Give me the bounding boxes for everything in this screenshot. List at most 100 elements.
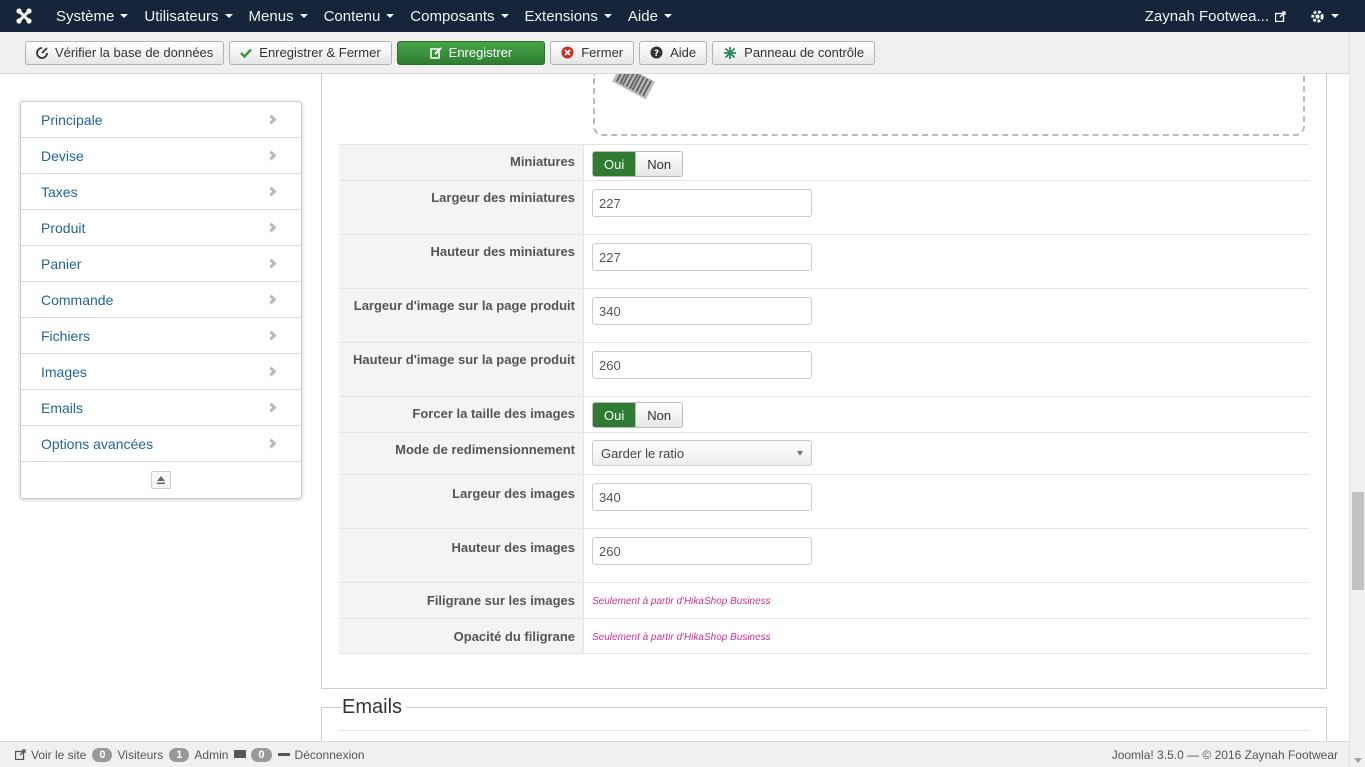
minus-icon bbox=[277, 752, 290, 756]
status-bar: Voir le site 0 Visiteurs 1 Admin 0 Décon… bbox=[0, 741, 1349, 767]
menu-extensions[interactable]: Extensions bbox=[517, 0, 620, 32]
collapse-icon bbox=[157, 476, 165, 484]
row-watermark-opacity: Opacité du filigrane Seulement à partir … bbox=[339, 619, 1309, 654]
emails-fieldset-divider bbox=[339, 730, 1309, 731]
image-dropzone[interactable] bbox=[593, 74, 1305, 136]
scroll-down-icon[interactable] bbox=[1354, 758, 1362, 763]
visitors-badge: 0 bbox=[92, 747, 113, 762]
chevron-right-icon bbox=[266, 222, 277, 233]
caret-down-icon bbox=[663, 14, 672, 18]
label-force-size: Forcer la taille des images bbox=[339, 397, 584, 432]
product-img-width-input[interactable]: 340 bbox=[592, 297, 812, 325]
chevron-right-icon bbox=[266, 258, 277, 269]
sidebar-item-commande[interactable]: Commande bbox=[21, 282, 301, 318]
page-scrollbar[interactable] bbox=[1349, 32, 1365, 767]
thumb-width-input[interactable]: 227 bbox=[592, 189, 812, 217]
label-thumb-width: Largeur des miniatures bbox=[339, 181, 584, 234]
menu-contenu[interactable]: Contenu bbox=[316, 0, 403, 32]
save-button[interactable]: Enregistrer bbox=[396, 40, 546, 65]
top-navbar: Système Utilisateurs Menus Contenu Compo… bbox=[0, 0, 1365, 32]
resize-mode-select[interactable]: Garder le ratio bbox=[592, 440, 812, 466]
database-icon bbox=[36, 46, 48, 59]
label-thumbnails: Miniatures bbox=[339, 145, 584, 180]
row-product-img-height: Hauteur d'image sur la page produit 260 bbox=[339, 343, 1309, 397]
joomla-logo-icon[interactable] bbox=[0, 0, 48, 32]
force-size-yes[interactable]: Oui bbox=[593, 403, 636, 427]
close-button[interactable]: Fermer bbox=[550, 40, 635, 65]
logout-link[interactable]: Déconnexion bbox=[277, 748, 365, 762]
chevron-right-icon bbox=[266, 366, 277, 377]
settings-menu[interactable] bbox=[1310, 9, 1339, 24]
svg-text:?: ? bbox=[654, 49, 659, 59]
label-img-height: Hauteur des images bbox=[339, 529, 584, 582]
caret-down-icon bbox=[299, 14, 308, 18]
caret-down-icon bbox=[120, 14, 129, 18]
control-panel-icon bbox=[723, 46, 737, 60]
gear-icon bbox=[1311, 9, 1324, 23]
sidebar-item-principale[interactable]: Principale bbox=[21, 102, 301, 138]
label-resize-mode: Mode de redimensionnement bbox=[339, 433, 584, 474]
caret-down-icon bbox=[224, 14, 233, 18]
sidebar-item-devise[interactable]: Devise bbox=[21, 138, 301, 174]
watermark-opacity-note: Seulement à partir d'HikaShop Business bbox=[592, 632, 771, 643]
scroll-thumb[interactable] bbox=[1352, 492, 1364, 590]
label-img-width: Largeur des images bbox=[339, 475, 584, 528]
row-thumb-height: Hauteur des miniatures 227 bbox=[339, 235, 1309, 289]
chevron-right-icon bbox=[266, 402, 277, 413]
chevron-right-icon bbox=[266, 294, 277, 305]
thumbnails-toggle: Oui Non bbox=[592, 151, 684, 177]
row-img-width: Largeur des images 340 bbox=[339, 475, 1309, 529]
menu-menus[interactable]: Menus bbox=[241, 0, 316, 32]
sidebar-item-taxes[interactable]: Taxes bbox=[21, 174, 301, 210]
sidebar-item-images[interactable]: Images bbox=[21, 354, 301, 390]
force-size-toggle: Oui Non bbox=[592, 402, 684, 428]
control-panel-button[interactable]: Panneau de contrôle bbox=[712, 40, 876, 65]
version-info: Joomla! 3.5.0 — © 2016 Zaynah Footwear bbox=[1111, 747, 1338, 762]
collapse-sidebar-button[interactable] bbox=[151, 471, 171, 489]
admin-badge: 1 bbox=[169, 747, 190, 762]
chevron-right-icon bbox=[266, 114, 277, 125]
label-product-img-width: Largeur d'image sur la page produit bbox=[339, 289, 584, 342]
save-close-button[interactable]: Enregistrer & Fermer bbox=[229, 40, 392, 65]
row-img-height: Hauteur des images 260 bbox=[339, 529, 1309, 583]
img-width-input[interactable]: 340 bbox=[592, 483, 812, 511]
admin-count: 1 Admin bbox=[169, 747, 228, 762]
site-link[interactable]: Zaynah Footwea... bbox=[1145, 8, 1286, 25]
row-thumb-width: Largeur des miniatures 227 bbox=[339, 181, 1309, 235]
thumbnails-no[interactable]: Non bbox=[635, 152, 683, 176]
menu-systeme[interactable]: Système bbox=[48, 0, 136, 32]
caret-down-icon bbox=[500, 14, 509, 18]
menu-aide[interactable]: Aide bbox=[620, 0, 680, 32]
watermark-note: Seulement à partir d'HikaShop Business bbox=[592, 596, 771, 607]
label-product-img-height: Hauteur d'image sur la page produit bbox=[339, 343, 584, 396]
sidebar-item-options-avancees[interactable]: Options avancées bbox=[21, 426, 301, 462]
caret-down-icon bbox=[386, 14, 395, 18]
img-height-input[interactable]: 260 bbox=[592, 537, 812, 565]
action-toolbar: Vérifier la base de données Enregistrer … bbox=[0, 32, 1349, 74]
check-database-button[interactable]: Vérifier la base de données bbox=[25, 40, 225, 65]
help-button[interactable]: ? Aide bbox=[639, 40, 708, 65]
menu-composants[interactable]: Composants bbox=[402, 0, 516, 32]
external-link-icon bbox=[15, 749, 26, 760]
messages-link[interactable]: 0 bbox=[234, 747, 272, 762]
sidebar-footer bbox=[21, 462, 301, 498]
product-img-height-input[interactable]: 260 bbox=[592, 351, 812, 379]
sidebar-item-emails[interactable]: Emails bbox=[21, 390, 301, 426]
force-size-no[interactable]: Non bbox=[635, 403, 683, 427]
sidebar-item-panier[interactable]: Panier bbox=[21, 246, 301, 282]
sidebar-item-produit[interactable]: Produit bbox=[21, 210, 301, 246]
comment-icon bbox=[234, 749, 247, 758]
navbar-right: Zaynah Footwea... bbox=[1145, 0, 1365, 32]
view-site-link[interactable]: Voir le site bbox=[15, 748, 86, 762]
thumb-height-input[interactable]: 227 bbox=[592, 243, 812, 271]
messages-badge: 0 bbox=[251, 747, 272, 762]
row-force-size: Forcer la taille des images Oui Non bbox=[339, 397, 1309, 433]
caret-down-icon bbox=[603, 14, 612, 18]
menu-utilisateurs[interactable]: Utilisateurs bbox=[136, 0, 240, 32]
chevron-right-icon bbox=[266, 438, 277, 449]
sidebar-item-fichiers[interactable]: Fichiers bbox=[21, 318, 301, 354]
close-circle-icon bbox=[561, 46, 574, 59]
thumbnails-yes[interactable]: Oui bbox=[593, 152, 636, 176]
label-watermark-opacity: Opacité du filigrane bbox=[339, 619, 584, 653]
label-thumb-height: Hauteur des miniatures bbox=[339, 235, 584, 288]
